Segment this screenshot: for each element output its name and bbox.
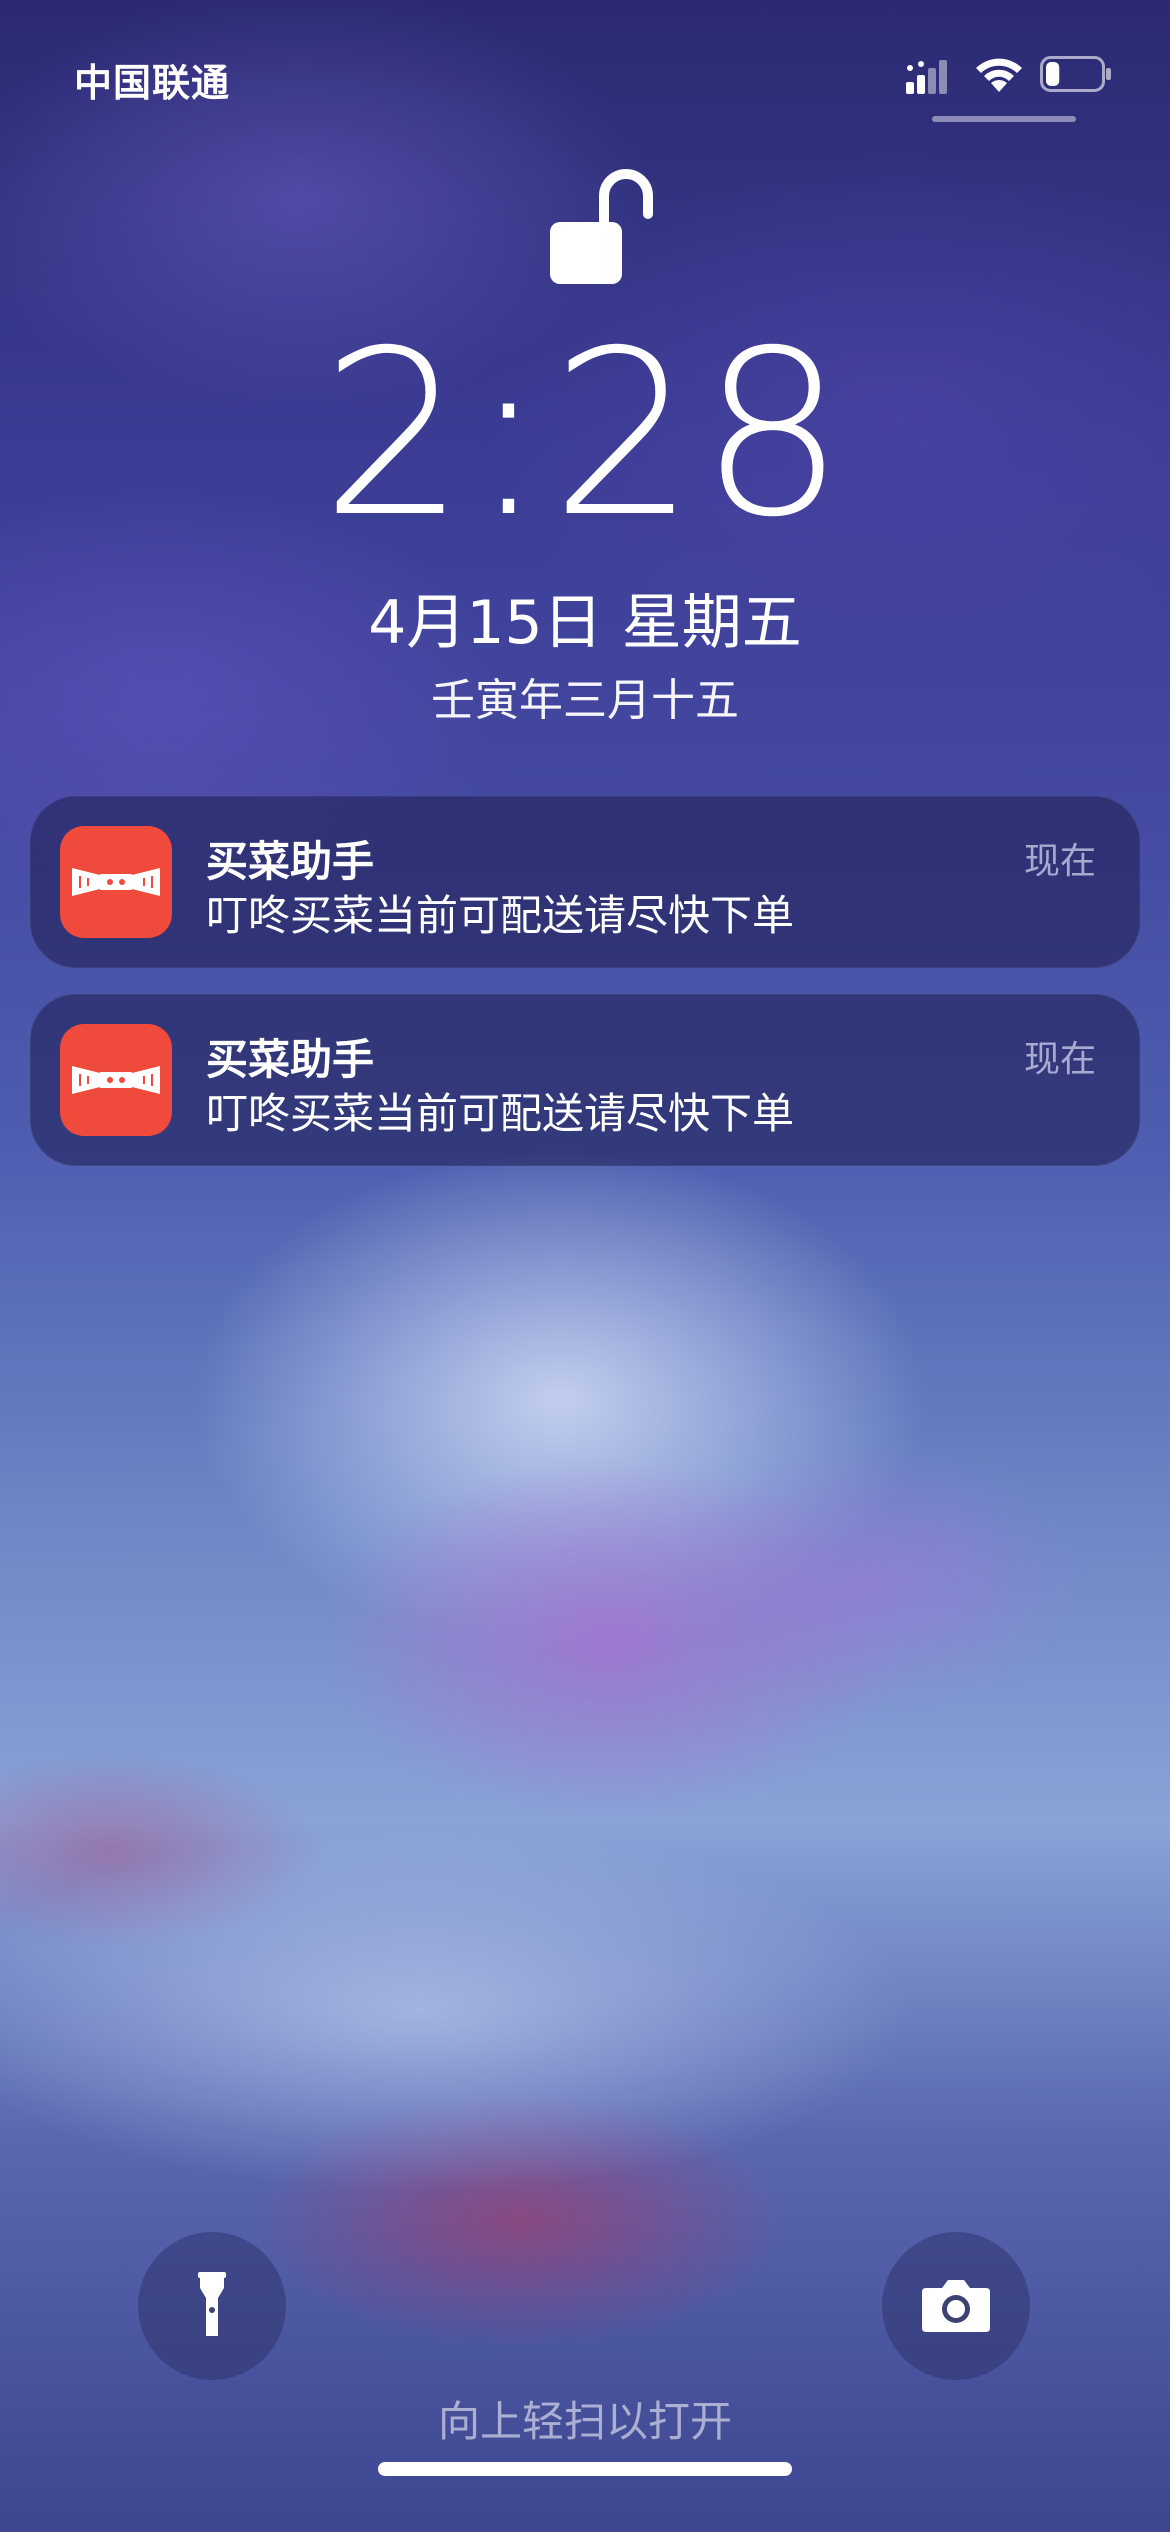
notification-time: 现在 — [1023, 1039, 1096, 1080]
lock-screen-time: 2:28 — [321, 301, 849, 567]
swipe-up-hint: 向上轻扫以打开 — [437, 2397, 732, 2446]
camera-icon — [922, 2280, 990, 2332]
notification-card[interactable]: 买菜助手 叮咚买菜当前可配送请尽快下单 现在 — [30, 994, 1140, 1166]
unlocked-padlock-icon — [550, 169, 653, 284]
lock-screen-date: 4月15日 星期五 — [368, 588, 802, 658]
flashlight-icon — [198, 2272, 226, 2336]
notification-app-name: 买菜助手 — [206, 1035, 375, 1084]
lunar-date: 壬寅年三月十五 — [431, 675, 739, 726]
notification-message: 叮咚买菜当前可配送请尽快下单 — [206, 891, 795, 940]
carrier-label: 中国联通 — [74, 61, 231, 105]
notification-app-name: 买菜助手 — [206, 837, 375, 886]
home-indicator[interactable] — [378, 2462, 792, 2476]
notification-time: 现在 — [1023, 841, 1096, 882]
status-bar-indicator — [932, 116, 1076, 122]
wifi-icon — [976, 58, 1022, 92]
notification-message: 叮咚买菜当前可配送请尽快下单 — [206, 1089, 795, 1138]
shopping-helper-app-icon — [60, 826, 172, 938]
notification-card[interactable]: 买菜助手 叮咚买菜当前可配送请尽快下单 现在 — [30, 796, 1140, 968]
shopping-helper-app-icon — [60, 1024, 172, 1136]
cellular-signal-icon — [906, 60, 947, 94]
camera-button[interactable] — [882, 2232, 1030, 2380]
flashlight-button[interactable] — [138, 2232, 286, 2380]
status-bar: 中国联通 — [0, 0, 1170, 130]
lock-screen: 中国联通 2:28 4月15日 星期五 壬寅年三月十五 买菜助手 叮咚买菜当前可… — [0, 0, 1170, 2532]
battery-icon — [1040, 56, 1111, 92]
